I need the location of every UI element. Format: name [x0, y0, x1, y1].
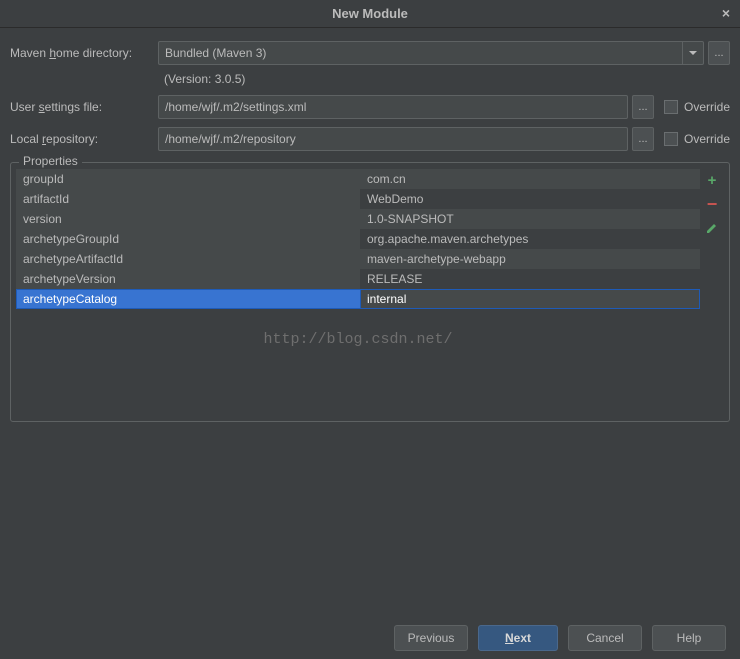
- close-icon[interactable]: ×: [722, 5, 730, 21]
- local-repo-browse-button[interactable]: ...: [632, 127, 654, 151]
- local-repo-override-checkbox[interactable]: [664, 132, 678, 146]
- property-value[interactable]: maven-archetype-webapp: [360, 249, 700, 269]
- property-row[interactable]: artifactIdWebDemo: [16, 189, 700, 209]
- property-row[interactable]: archetypeVersionRELEASE: [16, 269, 700, 289]
- content-area: Maven home directory: Bundled (Maven 3) …: [0, 28, 740, 615]
- property-key[interactable]: archetypeVersion: [16, 269, 360, 289]
- edit-property-icon[interactable]: [703, 219, 721, 237]
- window-title: New Module: [332, 6, 408, 21]
- property-key[interactable]: archetypeArtifactId: [16, 249, 360, 269]
- help-button[interactable]: Help: [652, 625, 726, 651]
- cancel-button[interactable]: Cancel: [568, 625, 642, 651]
- property-key[interactable]: archetypeCatalog: [16, 289, 360, 309]
- property-row[interactable]: groupIdcom.cn: [16, 169, 700, 189]
- maven-home-label: Maven home directory:: [10, 46, 158, 60]
- property-row[interactable]: archetypeArtifactIdmaven-archetype-webap…: [16, 249, 700, 269]
- local-repo-override-label: Override: [684, 132, 730, 146]
- user-settings-browse-button[interactable]: ...: [632, 95, 654, 119]
- property-key[interactable]: artifactId: [16, 189, 360, 209]
- remove-property-icon[interactable]: −: [703, 195, 721, 213]
- user-settings-override-label: Override: [684, 100, 730, 114]
- property-value[interactable]: com.cn: [360, 169, 700, 189]
- properties-legend: Properties: [19, 154, 82, 168]
- dropdown-arrow-icon: [682, 42, 702, 64]
- property-value[interactable]: org.apache.maven.archetypes: [360, 229, 700, 249]
- property-value[interactable]: WebDemo: [360, 189, 700, 209]
- property-row[interactable]: archetypeGroupIdorg.apache.maven.archety…: [16, 229, 700, 249]
- property-value[interactable]: internal: [360, 289, 700, 309]
- user-settings-label: User settings file:: [10, 100, 158, 114]
- properties-table[interactable]: groupIdcom.cnartifactIdWebDemoversion1.0…: [16, 169, 700, 413]
- local-repo-input[interactable]: /home/wjf/.m2/repository: [158, 127, 628, 151]
- local-repo-label: Local repository:: [10, 132, 158, 146]
- maven-home-value: Bundled (Maven 3): [165, 46, 266, 60]
- add-property-icon[interactable]: +: [703, 171, 721, 189]
- property-row[interactable]: version1.0-SNAPSHOT: [16, 209, 700, 229]
- maven-home-browse-button[interactable]: ...: [708, 41, 730, 65]
- previous-button[interactable]: Previous: [394, 625, 468, 651]
- properties-group: Properties groupIdcom.cnartifactIdWebDem…: [10, 162, 730, 422]
- property-key[interactable]: groupId: [16, 169, 360, 189]
- user-settings-override-checkbox[interactable]: [664, 100, 678, 114]
- property-key[interactable]: archetypeGroupId: [16, 229, 360, 249]
- user-settings-input[interactable]: /home/wjf/.m2/settings.xml: [158, 95, 628, 119]
- title-bar: New Module ×: [0, 0, 740, 28]
- property-key[interactable]: version: [16, 209, 360, 229]
- footer: Previous Next Cancel Help: [0, 615, 740, 659]
- property-row[interactable]: archetypeCataloginternal: [16, 289, 700, 309]
- next-button[interactable]: Next: [478, 625, 558, 651]
- property-value[interactable]: RELEASE: [360, 269, 700, 289]
- maven-home-combobox[interactable]: Bundled (Maven 3): [158, 41, 704, 65]
- properties-toolbar: + −: [700, 169, 724, 413]
- maven-version-label: (Version: 3.0.5): [158, 72, 730, 86]
- property-value[interactable]: 1.0-SNAPSHOT: [360, 209, 700, 229]
